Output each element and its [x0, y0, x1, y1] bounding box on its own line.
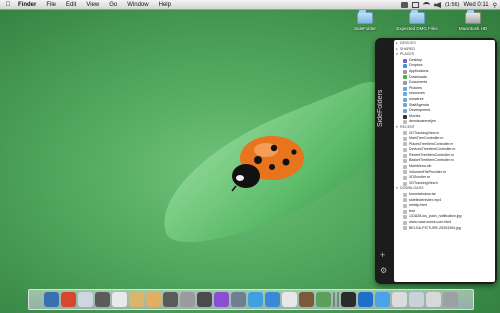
dock-app-icon[interactable] [248, 292, 263, 307]
item-icon [403, 159, 407, 164]
dock-app-icon[interactable] [299, 292, 314, 307]
item-icon [403, 92, 407, 97]
dock-app-icon[interactable] [409, 292, 424, 307]
item-icon [403, 108, 407, 113]
dock-app-icon[interactable] [282, 292, 297, 307]
dock-app-icon[interactable] [44, 292, 59, 307]
dock-app-icon[interactable] [231, 292, 246, 307]
desktop-icon-label: Expected DMG Files [396, 26, 438, 31]
item-icon [403, 142, 407, 147]
item-icon [403, 69, 407, 74]
item-icon [403, 209, 407, 214]
section-label: RECENT [400, 124, 415, 129]
menu-view[interactable]: View [81, 2, 104, 8]
item-icon [403, 131, 407, 136]
dock-app-icon[interactable] [112, 292, 127, 307]
folder-icon [357, 10, 373, 24]
spotlight-icon[interactable]: ⚲ [493, 2, 497, 9]
dock-app-icon[interactable] [61, 292, 76, 307]
hard-drive-icon [465, 10, 481, 24]
wifi-icon[interactable] [423, 2, 431, 8]
item-icon [403, 164, 407, 169]
item-icon [403, 97, 407, 102]
item-icon [403, 80, 407, 85]
section-label: DEVICES [400, 41, 416, 45]
dock-app-icon[interactable] [180, 292, 195, 307]
desktop-icon-macintosh-hd[interactable]: Macintosh HD [450, 10, 496, 31]
item-icon [403, 198, 407, 203]
folder-list: ▸ DEVICES ▸ SHARED ▾ PLACES Desktop Dropbox Appl… [394, 40, 495, 282]
menu-bar:  Finder File Edit View Go Window Help (… [0, 0, 500, 10]
menu-window[interactable]: Window [122, 2, 153, 8]
dock-app-icon[interactable] [78, 292, 93, 307]
gear-icon[interactable]: ⚙ [380, 266, 387, 275]
dock-app-icon[interactable] [146, 292, 161, 307]
add-folder-button[interactable]: + [380, 250, 385, 260]
dock-app-icon[interactable] [426, 292, 441, 307]
list-item[interactable]: BELGA-PICTURE-25303394.jpg [394, 226, 495, 232]
dock-app-icon[interactable] [316, 292, 331, 307]
menu-help[interactable]: Help [154, 2, 176, 8]
ladybug [231, 136, 304, 192]
desktop-icon-label: Macintosh HD [458, 26, 488, 31]
dock-app-icon[interactable] [443, 292, 458, 307]
dock-app-icon[interactable] [333, 292, 335, 307]
item-icon [403, 181, 407, 186]
display-icon[interactable] [412, 2, 420, 8]
item-icon [403, 75, 407, 80]
dock-app-icon[interactable] [214, 292, 229, 307]
item-icon [403, 64, 407, 69]
dock-app-icon[interactable] [163, 292, 178, 307]
menu-file[interactable]: File [41, 2, 61, 8]
menu-go[interactable]: Go [104, 2, 122, 8]
desktop-icon-dmg-files[interactable]: Expected DMG Files [394, 10, 440, 31]
dock-app-icon[interactable] [358, 292, 373, 307]
item-icon [403, 148, 407, 153]
item-icon [403, 120, 407, 125]
item-icon [403, 153, 407, 158]
panel-handle[interactable] [375, 38, 394, 284]
clock[interactable]: Wed 0:11 [463, 2, 488, 8]
dock-app-icon[interactable] [337, 292, 339, 307]
dock-app-icon[interactable] [95, 292, 110, 307]
sidefolders-panel: SideFolders + ⚙ ▸ DEVICES ▸ SHARED ▾ PLACES De… [375, 38, 497, 284]
dock-app-icon[interactable] [197, 292, 212, 307]
item-icon [403, 136, 407, 141]
item-icon [403, 220, 407, 225]
dock-app-icon[interactable] [341, 292, 356, 307]
volume-icon[interactable] [434, 2, 442, 8]
item-icon [403, 86, 407, 91]
dock-app-icon[interactable] [129, 292, 144, 307]
item-icon [403, 215, 407, 220]
item-icon [403, 192, 407, 197]
section-label: PLACES [400, 52, 415, 57]
dock-app-icon[interactable] [265, 292, 280, 307]
menu-edit[interactable]: Edit [61, 2, 81, 8]
battery-status[interactable]: (1:56) [445, 2, 459, 8]
item-icon [403, 176, 407, 181]
panel-title: SideFolders [377, 89, 384, 127]
item-icon [403, 204, 407, 209]
item-icon [403, 103, 407, 108]
item-icon [403, 114, 407, 119]
item-icon [403, 226, 407, 231]
menu-finder[interactable]: Finder [13, 2, 41, 8]
item-icon [403, 58, 407, 63]
item-label: BELGA-PICTURE-25303394.jpg [409, 225, 461, 230]
dock-app-icon[interactable] [375, 292, 390, 307]
section-label: DOWNLOADS [400, 186, 424, 191]
folder-icon [409, 10, 425, 24]
item-icon [403, 170, 407, 175]
dock-app-icon[interactable] [392, 292, 407, 307]
apple-menu-icon[interactable]:  [3, 1, 13, 8]
section-label: SHARED [400, 46, 415, 51]
desktop-icon-sidefolder[interactable]: SideFolder [342, 10, 388, 31]
desktop-icon-label: SideFolder [354, 26, 376, 31]
dock [28, 289, 474, 310]
dropbox-icon[interactable] [401, 2, 409, 8]
